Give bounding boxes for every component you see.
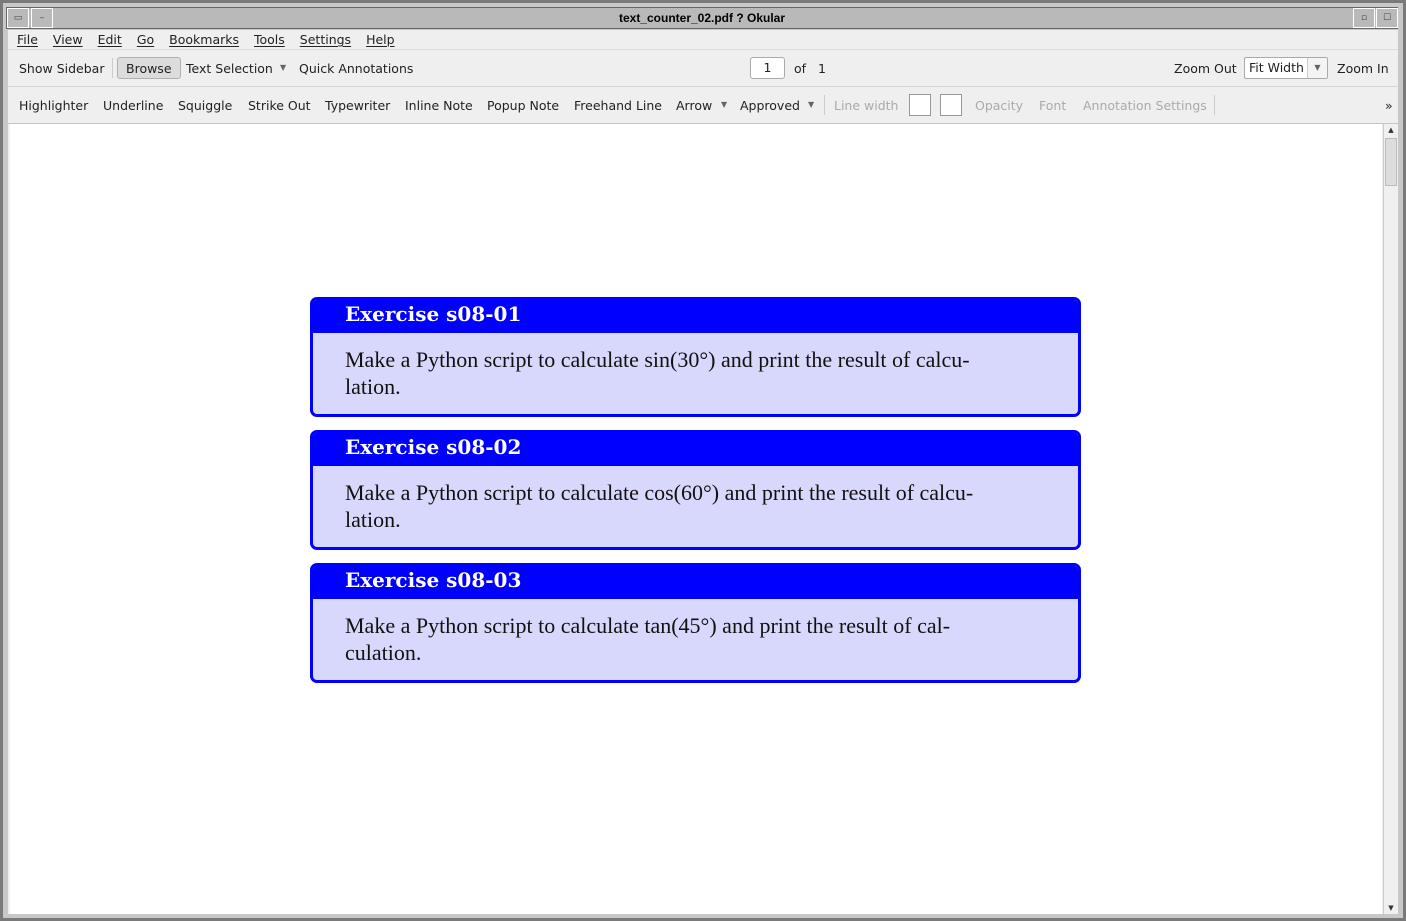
inline-note-tool[interactable]: Inline Note xyxy=(405,98,473,113)
maximize-button[interactable]: ☐ xyxy=(1376,8,1398,28)
typewriter-tool[interactable]: Typewriter xyxy=(325,98,390,113)
inner-color-swatch[interactable] xyxy=(940,94,962,116)
separator xyxy=(1214,95,1215,115)
exercise-title: Exercise s08-02 xyxy=(313,433,1078,466)
menu-bookmarks[interactable]: Bookmarks xyxy=(169,32,239,47)
opacity-button[interactable]: Opacity xyxy=(975,98,1023,113)
show-sidebar-button[interactable]: Show Sidebar xyxy=(19,61,104,76)
arrow-tool[interactable]: Arrow xyxy=(676,98,712,113)
separator xyxy=(112,58,113,78)
scroll-up-icon[interactable]: ▲ xyxy=(1384,126,1398,134)
menu-edit[interactable]: Edit xyxy=(98,32,122,47)
chevron-down-icon[interactable]: ▼ xyxy=(1307,58,1327,78)
strike-out-tool[interactable]: Strike Out xyxy=(248,98,311,113)
annotation-toolbar: Highlighter Underline Squiggle Strike Ou… xyxy=(8,87,1398,124)
menu-file[interactable]: File xyxy=(17,32,38,47)
body-line: Make a Python script to calculate tan(45… xyxy=(345,613,951,638)
popup-note-tool[interactable]: Popup Note xyxy=(487,98,559,113)
highlighter-tool[interactable]: Highlighter xyxy=(19,98,88,113)
line-width-button[interactable]: Line width xyxy=(834,98,898,113)
text-selection-button[interactable]: Text Selection xyxy=(186,61,273,76)
chevron-down-icon[interactable]: ▼ xyxy=(721,100,727,109)
overflow-icon[interactable]: » xyxy=(1385,98,1393,113)
page-total: 1 xyxy=(818,61,826,76)
annotation-settings-button[interactable]: Annotation Settings xyxy=(1083,98,1207,113)
main-toolbar: Show Sidebar Browse Text Selection ▼ Qui… xyxy=(8,50,1398,87)
of-label: of xyxy=(794,61,807,76)
exercise-box: Exercise s08-01 Make a Python script to … xyxy=(310,297,1081,417)
body-line: Make a Python script to calculate sin(30… xyxy=(345,347,970,372)
zoom-in-button[interactable]: Zoom In xyxy=(1337,61,1389,76)
exercise-body: Make a Python script to calculate tan(45… xyxy=(313,599,1078,666)
exercise-title: Exercise s08-01 xyxy=(313,300,1078,333)
zoom-out-button[interactable]: Zoom Out xyxy=(1174,61,1237,76)
vertical-scrollbar[interactable]: ▲ ▼ xyxy=(1383,124,1398,914)
menu-settings[interactable]: Settings xyxy=(300,32,351,47)
exercise-box: Exercise s08-03 Make a Python script to … xyxy=(310,563,1081,683)
stamp-tool[interactable]: Approved xyxy=(740,98,800,113)
exercise-box: Exercise s08-02 Make a Python script to … xyxy=(310,430,1081,550)
exercise-body: Make a Python script to calculate sin(30… xyxy=(313,333,1078,400)
menu-tools[interactable]: Tools xyxy=(254,32,285,47)
title-bar[interactable]: ▭ – text_counter_02.pdf ? Okular ▫ ☐ xyxy=(6,7,1398,29)
chevron-down-icon[interactable]: ▼ xyxy=(808,100,814,109)
page-number-input[interactable]: 1 xyxy=(750,57,785,79)
separator xyxy=(824,95,825,115)
zoom-select[interactable]: Fit Width ▼ xyxy=(1244,57,1328,79)
freehand-line-tool[interactable]: Freehand Line xyxy=(574,98,662,113)
scroll-down-icon[interactable]: ▼ xyxy=(1384,904,1398,912)
exercise-title: Exercise s08-03 xyxy=(313,566,1078,599)
zoom-value: Fit Width xyxy=(1249,60,1304,75)
squiggle-tool[interactable]: Squiggle xyxy=(178,98,232,113)
chevron-down-icon[interactable]: ▼ xyxy=(280,63,286,72)
font-button[interactable]: Font xyxy=(1039,98,1066,113)
body-line: lation. xyxy=(345,374,401,399)
menu-view[interactable]: View xyxy=(53,32,83,47)
scrollbar-thumb[interactable] xyxy=(1385,138,1397,186)
menu-go[interactable]: Go xyxy=(137,32,154,47)
exercise-body: Make a Python script to calculate cos(60… xyxy=(313,466,1078,533)
okular-app: File View Edit Go Bookmarks Tools Settin… xyxy=(8,30,1398,914)
minimize-button[interactable]: ▫ xyxy=(1353,8,1375,28)
menu-bar: File View Edit Go Bookmarks Tools Settin… xyxy=(8,30,1398,50)
document-view[interactable]: Exercise s08-01 Make a Python script to … xyxy=(10,124,1382,914)
body-line: culation. xyxy=(345,640,422,665)
browse-button[interactable]: Browse xyxy=(117,57,181,79)
menu-help[interactable]: Help xyxy=(366,32,395,47)
underline-tool[interactable]: Underline xyxy=(103,98,163,113)
body-line: lation. xyxy=(345,507,401,532)
body-line: Make a Python script to calculate cos(60… xyxy=(345,480,974,505)
color-swatch[interactable] xyxy=(909,94,931,116)
window-title: text_counter_02.pdf ? Okular xyxy=(618,11,786,25)
quick-annotations-button[interactable]: Quick Annotations xyxy=(299,61,413,76)
